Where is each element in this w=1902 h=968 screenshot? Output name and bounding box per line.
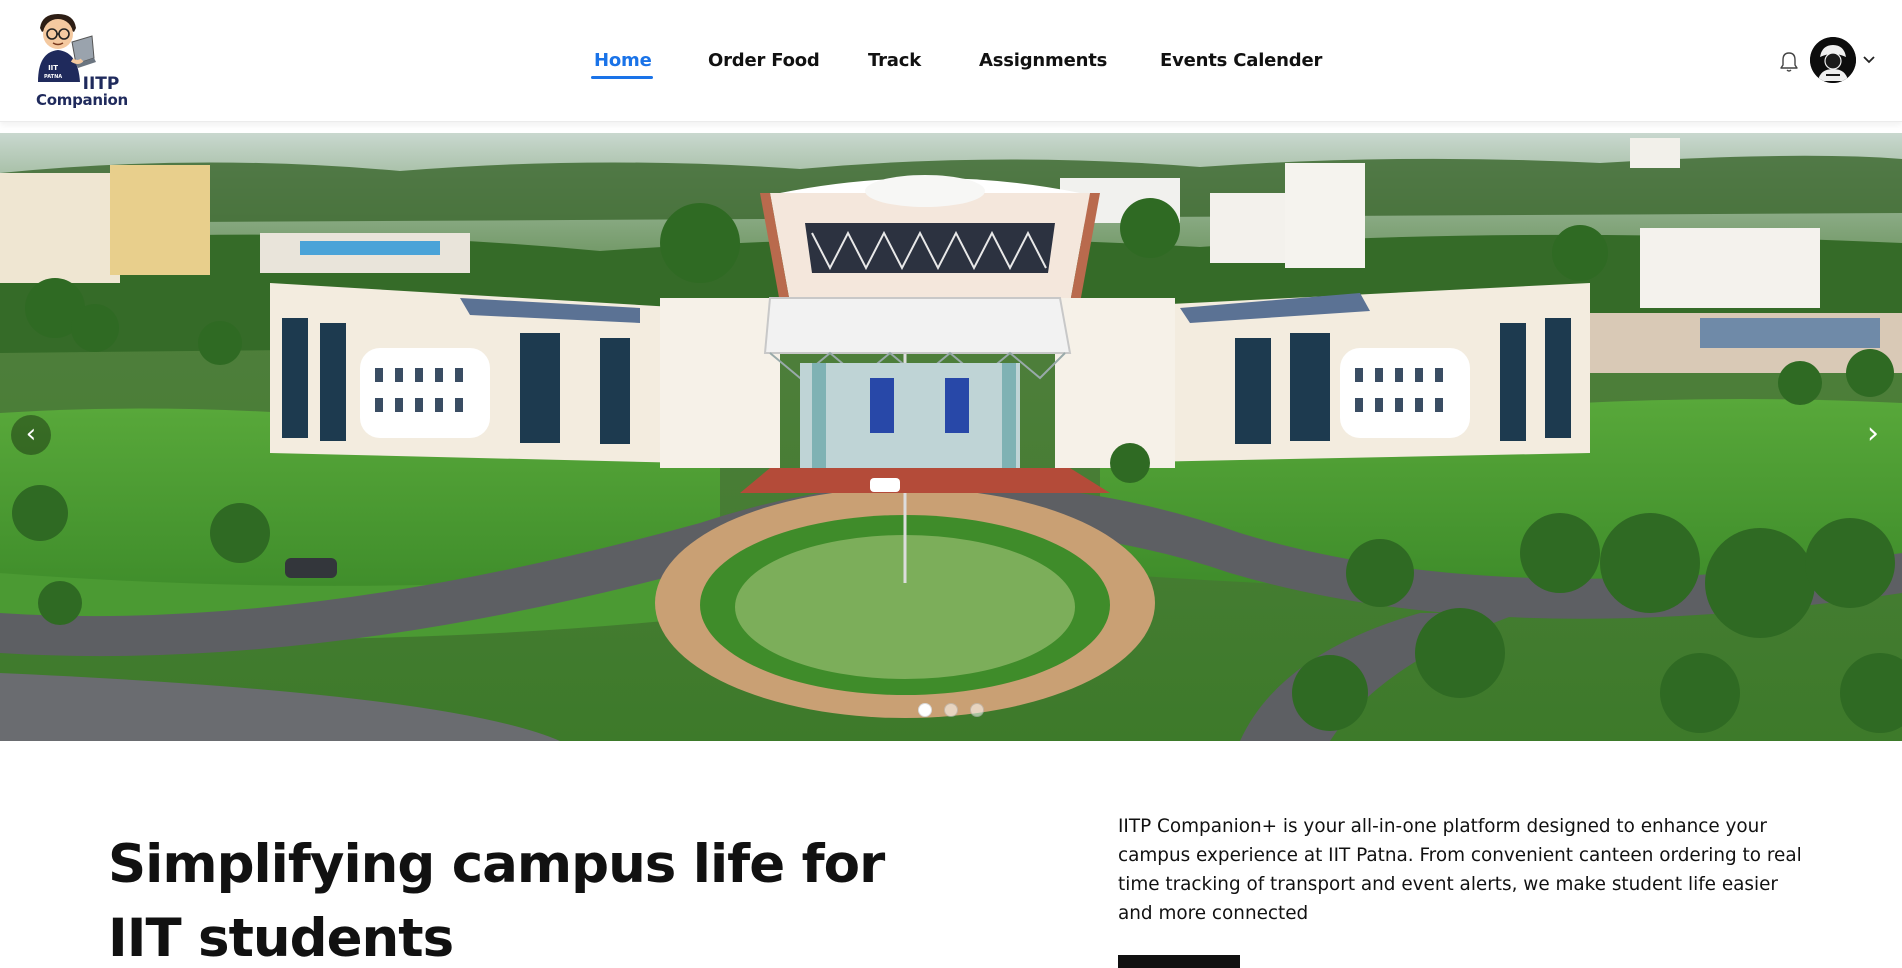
- cta-button[interactable]: [1118, 955, 1240, 968]
- carousel-indicators: [918, 703, 988, 719]
- user-avatar-icon: [1810, 37, 1856, 83]
- avatar[interactable]: [1810, 37, 1856, 83]
- nav-order-food[interactable]: Order Food: [708, 50, 820, 71]
- campus-hero-image: [0, 133, 1902, 741]
- logo-wordmark-line2: Companion: [36, 91, 128, 109]
- top-navbar: IIT PATNA IITP Companion Home Order Food…: [0, 0, 1902, 122]
- hero-carousel: ‹ ›: [0, 133, 1902, 741]
- bell-icon[interactable]: [1778, 50, 1800, 74]
- carousel-next-button[interactable]: ›: [1853, 415, 1893, 455]
- chevron-down-icon[interactable]: [1862, 52, 1876, 64]
- nav-events-calender[interactable]: Events Calender: [1160, 50, 1322, 71]
- carousel-dot-3[interactable]: [970, 703, 984, 717]
- carousel-dot-1[interactable]: [918, 703, 932, 717]
- intro-description: IITP Companion+ is your all-in-one platf…: [1118, 816, 1802, 924]
- page-headline: Simplifying campus life for IIT students: [108, 834, 885, 968]
- carousel-dot-2[interactable]: [944, 703, 958, 717]
- main-nav: Home Order Food Track Assignments Events…: [0, 50, 1902, 80]
- carousel-prev-button[interactable]: ‹: [11, 415, 51, 455]
- logo-wordmark: IITP Companion: [32, 76, 132, 108]
- nav-home[interactable]: Home: [594, 50, 652, 71]
- nav-track[interactable]: Track: [868, 50, 921, 71]
- nav-assignments[interactable]: Assignments: [979, 50, 1107, 71]
- nav-active-indicator: [591, 76, 653, 79]
